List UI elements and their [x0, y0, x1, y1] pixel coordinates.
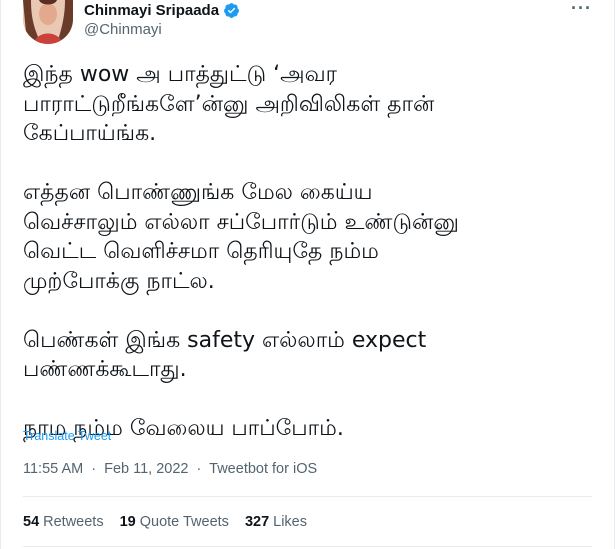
avatar[interactable] [23, 0, 73, 44]
quote-tweets-count: 19 [119, 514, 136, 530]
tweet-metadata: 11:55 AM · Feb 11, 2022 · Tweetbot for i… [23, 461, 317, 477]
translate-tweet-link[interactable]: Translate Tweet [23, 429, 111, 443]
likes-count: 327 [244, 514, 270, 530]
user-info: Chinmayi Sripaada @Chinmayi [84, 0, 240, 38]
retweets-label: Retweets [43, 514, 104, 530]
more-options-icon[interactable]: ··· [571, 0, 592, 17]
tweet-card: Chinmayi Sripaada @Chinmayi ··· இந்த wow… [0, 0, 615, 549]
tweet-paragraph: எத்தன பொண்ணுங்க மேல கைய்ய வெச்சாலும் எல்… [23, 180, 459, 294]
separator: · [196, 461, 202, 477]
tweet-time[interactable]: 11:55 AM [23, 461, 83, 477]
tweet-stats: 54 Retweets 19 Quote Tweets 327 Likes [23, 514, 323, 530]
user-handle[interactable]: @Chinmayi [84, 21, 240, 38]
retweets-stat[interactable]: 54 Retweets [23, 514, 104, 530]
tweet-paragraph: இந்த wow அ பாத்துட்டு ‘அவர பாராட்டுறீங்க… [23, 62, 435, 146]
user-name[interactable]: Chinmayi Sripaada [84, 2, 219, 19]
tweet-date[interactable]: Feb 11, 2022 [104, 461, 188, 477]
avatar-image [23, 0, 73, 44]
quote-tweets-stat[interactable]: 19 Quote Tweets [120, 514, 229, 530]
divider [23, 496, 592, 497]
verified-badge-icon [223, 2, 240, 19]
retweets-count: 54 [23, 514, 40, 530]
tweet-text: இந்த wow அ பாத்துட்டு ‘அவர பாராட்டுறீங்க… [23, 60, 593, 444]
likes-stat[interactable]: 327 Likes [245, 514, 307, 530]
tweet-paragraph: பெண்கள் இங்க safety எல்லாம் expect பண்ணக… [23, 327, 427, 383]
divider [23, 546, 592, 547]
likes-label: Likes [273, 514, 307, 530]
separator: · [91, 461, 97, 477]
quote-tweets-label: Quote Tweets [139, 514, 229, 530]
tweet-client: Tweetbot for iOS [209, 461, 318, 477]
